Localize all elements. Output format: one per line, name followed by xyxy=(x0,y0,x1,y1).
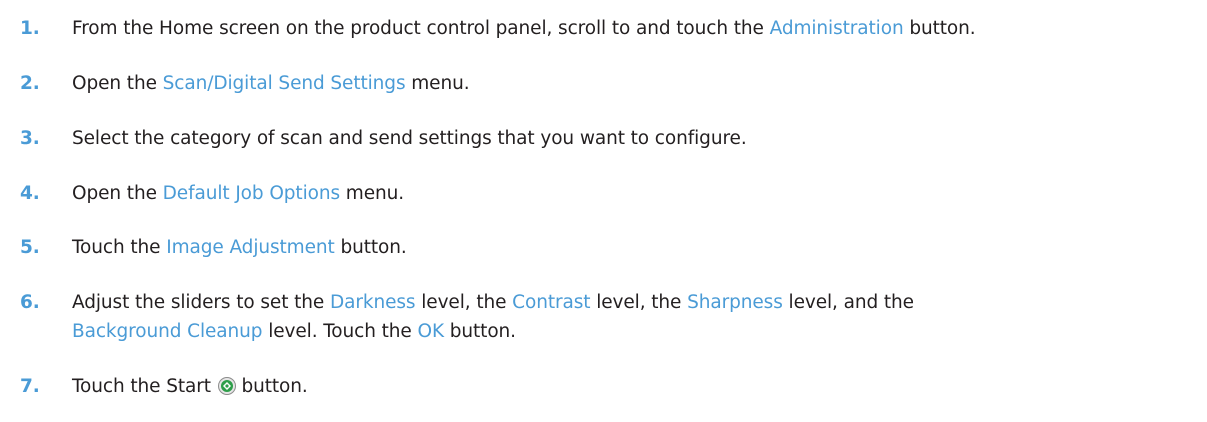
step-text-run: level, the xyxy=(590,292,688,313)
step-number: 5. xyxy=(20,237,40,258)
step-number: 3. xyxy=(20,128,40,149)
step-text: Open the Default Job Options menu. xyxy=(72,179,1197,208)
step-text: Touch the Image Adjustment button. xyxy=(72,233,1197,262)
step-text-run: menu. xyxy=(405,73,470,94)
ui-term-link: Scan/Digital Send Settings xyxy=(162,73,406,94)
step-text-run: menu. xyxy=(340,183,405,204)
step-text-run: Adjust the sliders to set the xyxy=(72,292,330,313)
step-text-run: level, the xyxy=(415,292,513,313)
step-text-run: Touch the xyxy=(72,237,167,258)
ui-term-link: Background Cleanup xyxy=(72,321,263,342)
step-text-run: level. Touch the xyxy=(262,321,418,342)
step-text-run: button. xyxy=(334,237,407,258)
ui-term-link: Darkness xyxy=(329,292,416,313)
step-text-run: From the Home screen on the product cont… xyxy=(72,18,770,39)
step-text: From the Home screen on the product cont… xyxy=(72,14,1197,43)
step-text-run: Touch the Start xyxy=(72,376,217,397)
ui-term-link: OK xyxy=(417,321,444,342)
start-icon xyxy=(217,375,236,395)
step-text: Select the category of scan and send set… xyxy=(72,124,1197,153)
step-text-run: Open the xyxy=(72,73,163,94)
ui-term-link: Image Adjustment xyxy=(166,237,335,258)
ui-term-link: Contrast xyxy=(512,292,591,313)
step-number: 4. xyxy=(20,183,40,204)
step-text-run: button. xyxy=(903,18,976,39)
ui-term-link: Administration xyxy=(769,18,904,39)
step-number: 2. xyxy=(20,73,40,94)
step-number: 1. xyxy=(20,18,40,39)
step-text: Open the Scan/Digital Send Settings menu… xyxy=(72,69,1197,98)
step-text: Adjust the sliders to set the Darkness l… xyxy=(72,288,1197,346)
step-number: 7. xyxy=(20,376,40,397)
step-text-run: Open the xyxy=(72,183,163,204)
step-text-run: Select the category of scan and send set… xyxy=(72,128,747,149)
ui-term-link: Sharpness xyxy=(687,292,783,313)
step-text-run: button. xyxy=(443,321,516,342)
ui-term-link: Default Job Options xyxy=(162,183,340,204)
step-text-run: button. xyxy=(235,376,308,397)
step-text-run: level, and the xyxy=(782,292,915,313)
step-number: 6. xyxy=(20,292,40,313)
step-text: Touch the Start button. xyxy=(72,372,1197,401)
